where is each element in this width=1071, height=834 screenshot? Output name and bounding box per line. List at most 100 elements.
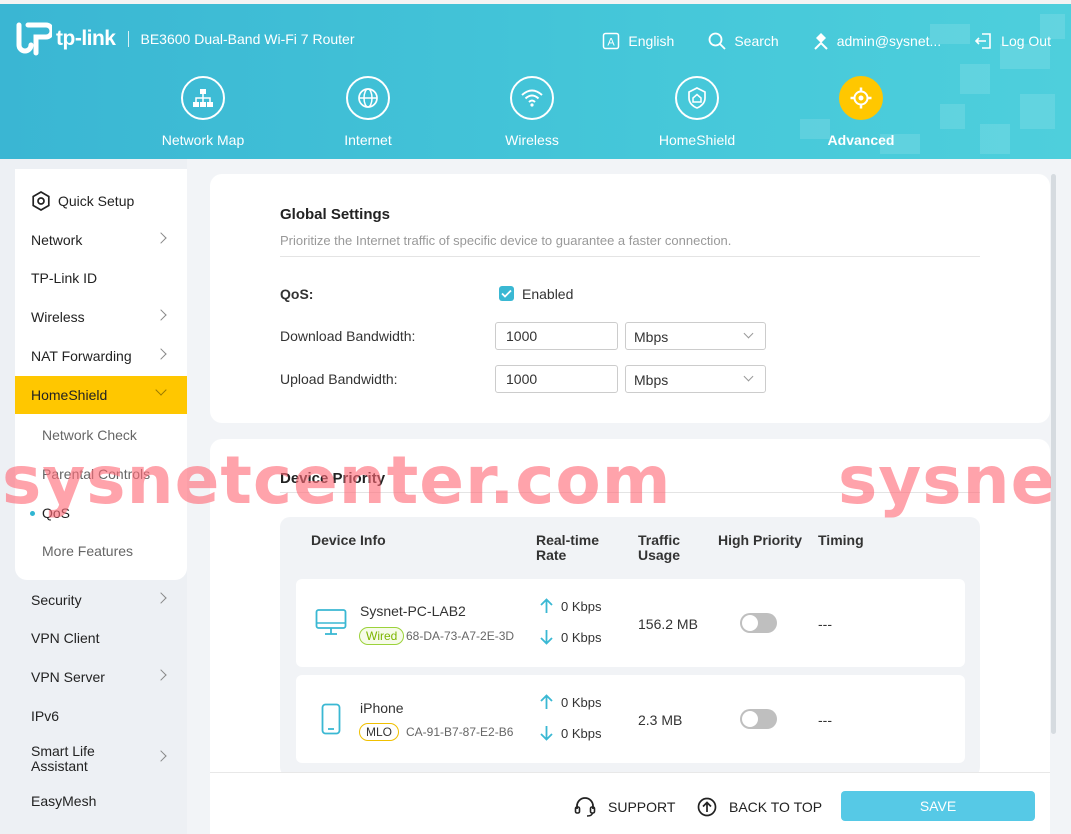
sidebar-item-network-check[interactable]: Network Check [15, 416, 187, 454]
back-to-top-link[interactable]: BACK TO TOP [697, 797, 822, 817]
select-value: Mbps [634, 329, 669, 345]
qos-enabled-checkbox[interactable] [499, 286, 514, 301]
sidebar-item-label: QoS [42, 505, 71, 521]
divider [280, 256, 980, 257]
sidebar-item-label: Smart Life Assistant [31, 743, 95, 774]
toggle-knob [742, 711, 758, 727]
chevron-right-icon [155, 592, 167, 604]
sidebar-item-network[interactable]: Network [15, 221, 187, 259]
select-value: Mbps [634, 372, 669, 388]
column-header-timing: Timing [818, 532, 864, 548]
logout-icon [975, 33, 991, 49]
support-link[interactable]: SUPPORT [574, 797, 675, 817]
sidebar-item-ipv6[interactable]: IPv6 [15, 697, 187, 735]
logout-label: Log Out [1001, 33, 1051, 49]
tab-advanced[interactable]: Advanced [806, 76, 916, 148]
upload-unit-select[interactable]: Mbps [625, 365, 766, 393]
arrow-up-icon [540, 694, 553, 709]
sidebar-item-label: EasyMesh [31, 793, 97, 809]
network-map-icon [181, 76, 225, 120]
connection-badge: MLO [359, 723, 400, 741]
sidebar-item-label: VPN Client [31, 630, 100, 646]
sidebar-item-quick-setup[interactable]: Quick Setup [15, 182, 187, 220]
headset-icon [574, 797, 596, 817]
tab-wireless[interactable]: Wireless [477, 76, 587, 148]
timing-value: --- [818, 616, 832, 632]
qos-enabled-label: Enabled [522, 286, 574, 302]
scrollbar[interactable] [1051, 174, 1056, 734]
arrow-up-circle-icon [697, 797, 717, 817]
sidebar-item-parental-controls[interactable]: Parental Controls [15, 455, 187, 493]
download-rate: 0 Kbps [540, 725, 601, 741]
tab-homeshield[interactable]: HomeShield [642, 76, 752, 148]
tab-internet[interactable]: Internet [313, 76, 423, 148]
sidebar-item-label: Network Check [42, 427, 137, 443]
chevron-right-icon [155, 348, 167, 360]
chevron-down-icon [155, 384, 167, 396]
sidebar-item-tp-link-id[interactable]: TP-Link ID [15, 259, 187, 297]
column-header-traffic: Traffic Usage [638, 533, 680, 563]
globe-icon [346, 76, 390, 120]
traffic-usage: 156.2 MB [638, 616, 698, 632]
sidebar-item-wireless[interactable]: Wireless [15, 298, 187, 336]
search-button[interactable]: Search [708, 32, 779, 50]
support-label: SUPPORT [608, 799, 676, 815]
sidebar-item-security[interactable]: Security [15, 581, 187, 619]
toggle-knob [742, 615, 758, 631]
save-button[interactable]: SAVE [841, 791, 1035, 821]
search-icon [708, 32, 726, 50]
tab-network-map[interactable]: Network Map [148, 76, 258, 148]
sidebar-item-label: IPv6 [31, 708, 60, 724]
upload-bandwidth-label: Upload Bandwidth: [280, 371, 398, 387]
arrow-up-icon [540, 598, 553, 613]
sidebar-item-homeshield[interactable]: HomeShield [15, 376, 187, 414]
device-name: Sysnet-PC-LAB2 [360, 603, 466, 619]
wifi-icon [510, 76, 554, 120]
sidebar-item-easymesh[interactable]: EasyMesh [15, 782, 187, 820]
sidebar-item-qos[interactable]: QoS [15, 494, 187, 532]
header-line: Real-time [536, 532, 600, 548]
language-selector[interactable]: A English [602, 32, 674, 50]
tab-label: Advanced [827, 132, 895, 148]
rate-value: 0 Kbps [561, 629, 602, 645]
top-nav: A English Search admin@sysnet... Log Out [568, 32, 1051, 50]
sidebar-item-label: Wireless [31, 309, 85, 325]
sidebar-item-smart-life-assistant[interactable]: Smart Life Assistant [15, 739, 187, 779]
upload-bandwidth-input[interactable] [495, 365, 618, 393]
sidebar-item-label: NAT Forwarding [31, 348, 132, 364]
high-priority-toggle[interactable] [740, 613, 777, 633]
router-model: BE3600 Dual-Band Wi-Fi 7 Router [140, 31, 355, 47]
sidebar-item-vpn-client[interactable]: VPN Client [15, 619, 187, 657]
high-priority-toggle[interactable] [740, 709, 777, 729]
tab-label: HomeShield [658, 132, 736, 148]
rate-value: 0 Kbps [561, 725, 602, 741]
download-rate: 0 Kbps [540, 629, 601, 645]
tab-label: Network Map [161, 132, 245, 148]
divider [280, 492, 980, 493]
traffic-usage: 2.3 MB [638, 712, 683, 728]
user-email: admin@sysnet... [836, 33, 942, 49]
logout-button[interactable]: Log Out [975, 32, 1051, 50]
download-unit-select[interactable]: Mbps [625, 322, 766, 350]
upload-rate: 0 Kbps [540, 598, 601, 614]
gear-icon [839, 76, 883, 120]
checkmark-icon [501, 289, 512, 298]
sidebar-item-more-features[interactable]: More Features [15, 532, 187, 570]
main-nav: Network Map Internet Wireless HomeShield… [0, 76, 1071, 156]
user-account[interactable]: admin@sysnet... [813, 32, 941, 50]
sidebar-item-label: HomeShield [31, 387, 108, 403]
upload-rate: 0 Kbps [540, 694, 601, 710]
global-settings-title: Global Settings [280, 206, 391, 223]
qos-label: QoS: [280, 286, 314, 302]
download-bandwidth-input[interactable] [495, 322, 618, 350]
column-header-high-priority: High Priority [718, 532, 803, 548]
brand: tp-link BE3600 Dual-Band Wi-Fi 7 Router [14, 21, 355, 57]
chevron-down-icon [743, 328, 754, 339]
arrow-down-icon [540, 726, 553, 741]
device-priority-title: Device Priority [280, 470, 386, 487]
sidebar-item-vpn-server[interactable]: VPN Server [15, 658, 187, 696]
footer-bar: SUPPORT BACK TO TOP SAVE [210, 772, 1050, 834]
current-item-dot [30, 511, 35, 516]
svg-text:A: A [608, 37, 616, 49]
sidebar-item-nat-forwarding[interactable]: NAT Forwarding [15, 337, 187, 375]
